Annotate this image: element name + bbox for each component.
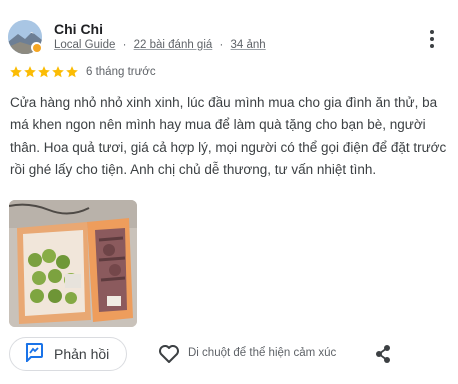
star-icon: [38, 66, 50, 78]
local-guide-label[interactable]: Local Guide: [54, 39, 115, 51]
star-icon: [24, 66, 36, 78]
more-vertical-icon[interactable]: [424, 27, 440, 51]
reviewer-meta: Local Guide · 22 bài đánh giá · 34 ảnh: [54, 39, 266, 51]
reply-button[interactable]: Phản hồi: [9, 337, 127, 371]
local-guide-badge-icon: [31, 42, 42, 53]
star-rating: [9, 65, 79, 79]
reply-icon: [24, 342, 44, 367]
photo-count[interactable]: 34 ảnh: [231, 39, 266, 51]
share-icon[interactable]: [374, 344, 392, 364]
review-photo[interactable]: [9, 200, 137, 327]
star-icon: [52, 66, 64, 78]
reviewer-name[interactable]: Chi Chi: [54, 21, 103, 37]
star-icon: [66, 66, 78, 78]
react-hint: Di chuột để thể hiện cảm xúc: [188, 347, 337, 359]
review-date: 6 tháng trước: [86, 66, 156, 78]
review-text: Cửa hàng nhỏ nhỏ xinh xinh, lúc đầu mình…: [10, 95, 447, 178]
meta-separator: ·: [219, 39, 224, 51]
meta-separator: ·: [122, 39, 127, 51]
star-icon: [10, 66, 22, 78]
review-count[interactable]: 22 bài đánh giá: [134, 39, 213, 51]
heart-icon[interactable]: [158, 344, 180, 364]
reply-label: Phản hồi: [54, 346, 110, 362]
